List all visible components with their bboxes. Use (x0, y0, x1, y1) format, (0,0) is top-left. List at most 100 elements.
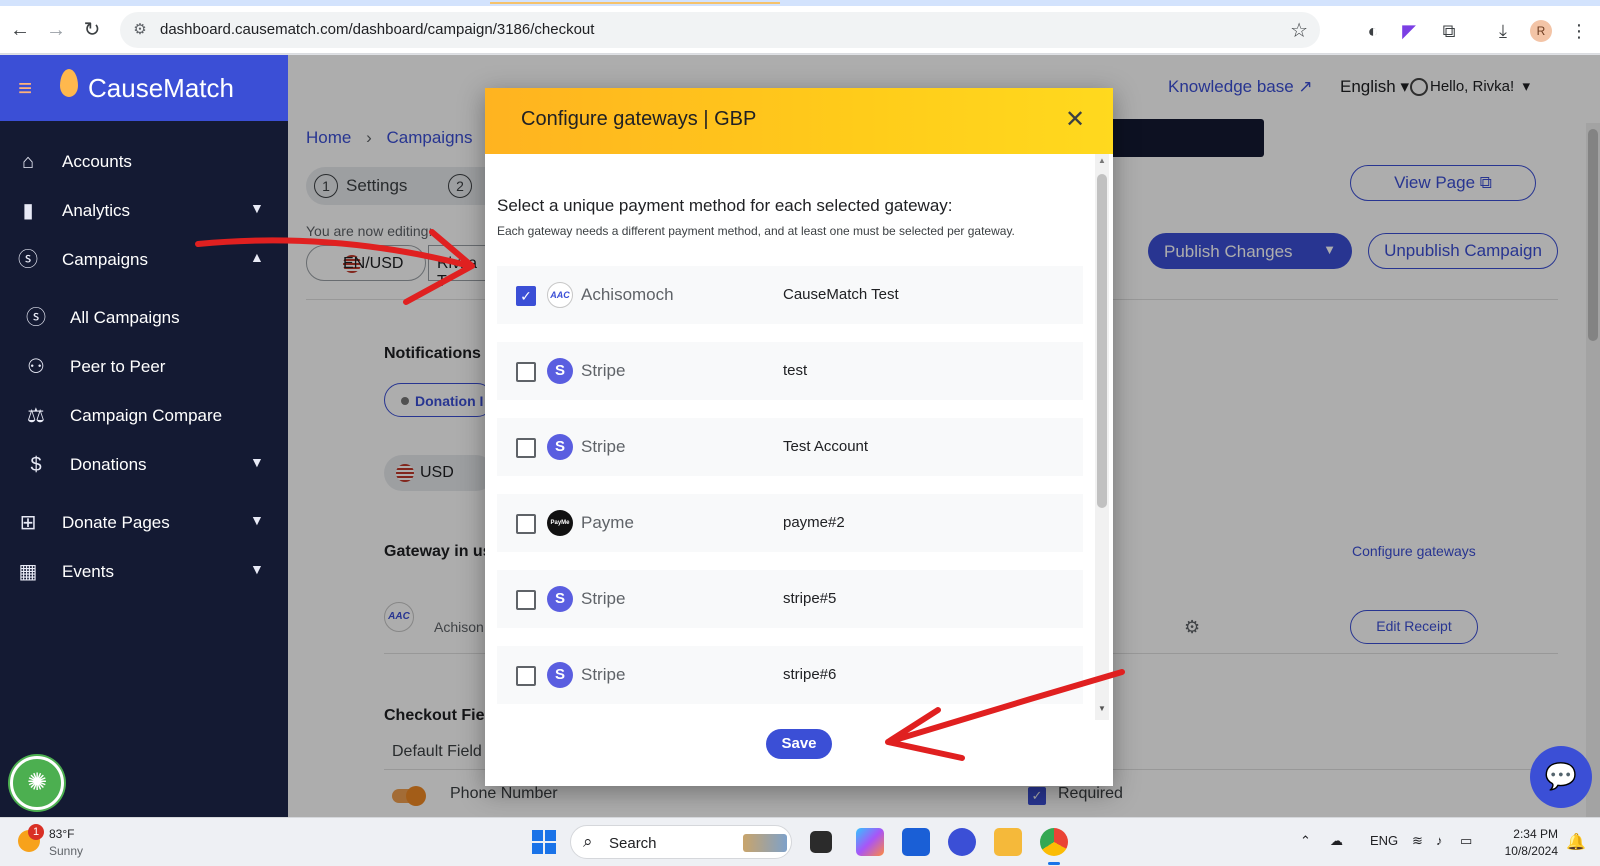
calendar-icon: ▦ (18, 561, 38, 583)
chevron-down-icon: ▼ (250, 454, 264, 470)
scale-icon: ⚖ (27, 405, 45, 427)
sidebar-item-label: Peer to Peer (70, 357, 166, 376)
dollar-icon: $ (30, 454, 42, 476)
gateway-row[interactable]: PayMe Payme payme#2 (497, 494, 1083, 552)
scroll-up-icon[interactable]: ▲ (1098, 156, 1106, 165)
gateway-checkbox[interactable] (516, 590, 536, 610)
windows-start-icon[interactable] (532, 830, 556, 854)
search-icon: ⌕ (583, 832, 593, 851)
sidebar-item-campaigns[interactable]: ⓢ Campaigns ▲ (0, 240, 288, 280)
clock[interactable]: 2:34 PM 10/8/2024 (1498, 827, 1558, 858)
sidebar-item-label: Campaigns (62, 250, 148, 269)
gateway-checkbox[interactable] (516, 438, 536, 458)
stripe-logo-icon: S (547, 662, 573, 688)
sidebar-item-label: Donations (70, 455, 147, 474)
chevron-down-icon: ▼ (250, 200, 264, 216)
sidebar-item-campaign-compare[interactable]: ⚖ Campaign Compare (0, 396, 288, 436)
dollar-circle-icon: ⓢ (26, 307, 46, 329)
gateway-account: stripe#6 (783, 666, 837, 683)
sidebar-item-donate-pages[interactable]: ⊞ Donate Pages ▼ (0, 503, 288, 543)
sidebar-item-label: Campaign Compare (70, 406, 223, 425)
gateway-account: payme#2 (783, 514, 845, 531)
gateway-account: stripe#5 (783, 590, 837, 607)
forward-icon[interactable]: → (44, 18, 68, 42)
wifi-icon[interactable]: ≋ (1412, 833, 1423, 849)
sidebar-item-label: Analytics (62, 201, 131, 220)
gateway-checkbox[interactable] (516, 666, 536, 686)
taskbar-search[interactable]: ⌕ Search (570, 825, 792, 859)
scrollbar-thumb[interactable] (1097, 174, 1107, 508)
sidebar-item-analytics[interactable]: ▮ Analytics ▼ (0, 191, 288, 231)
chat-icon[interactable]: 💬 (1530, 746, 1592, 808)
gateway-checkbox[interactable] (516, 362, 536, 382)
back-icon[interactable]: ← (8, 18, 32, 42)
copilot-icon[interactable] (856, 828, 884, 856)
gateway-checkbox[interactable] (516, 514, 536, 534)
url-text[interactable]: dashboard.causematch.com/dashboard/campa… (160, 21, 594, 38)
sidebar-item-all-campaigns[interactable]: ⓢ All Campaigns (0, 298, 288, 338)
gateway-row[interactable]: S Stripe test (497, 342, 1083, 400)
google-lens-extension-icon[interactable]: ◐ (1362, 20, 1384, 42)
show-hidden-icons-icon[interactable]: ⌃ (1300, 833, 1311, 849)
gateway-checkbox[interactable]: ✓ (516, 286, 536, 306)
sidebar-item-accounts[interactable]: ⌂ Accounts (0, 142, 288, 182)
stripe-logo-icon: S (547, 358, 573, 384)
dialog-instruction: Select a unique payment method for each … (497, 196, 953, 215)
site-info-icon[interactable]: ⚙ (130, 20, 150, 40)
app-icon[interactable] (948, 828, 976, 856)
dialog-scrollbar[interactable]: ▲ ▼ (1095, 154, 1109, 720)
dialog-body: Select a unique payment method for each … (485, 154, 1113, 720)
browser-menu-icon[interactable]: ⋮ (1568, 20, 1590, 42)
causematch-logo-icon (60, 69, 78, 97)
dialog-subtext: Each gateway needs a different payment m… (497, 224, 1015, 238)
search-highlight-icon (743, 834, 787, 852)
notification-bell-icon[interactable]: 🔔 (1566, 832, 1586, 852)
bar-chart-icon: ▮ (22, 200, 34, 222)
dialog-title: Configure gateways | GBP (521, 108, 757, 130)
chrome-icon[interactable] (1040, 828, 1068, 865)
reload-icon[interactable]: ↻ (80, 18, 104, 42)
extension-icon[interactable]: ◤ (1398, 20, 1420, 42)
task-view-icon[interactable] (810, 831, 832, 853)
taskbar-search-label: Search (609, 835, 657, 852)
download-icon[interactable]: ⤓ (1492, 20, 1514, 42)
hamburger-menu-icon[interactable]: ≡ (18, 75, 32, 103)
gateway-row[interactable]: S Stripe Test Account (497, 418, 1083, 476)
bookmark-star-icon[interactable]: ☆ (1290, 18, 1308, 43)
close-icon[interactable]: ✕ (1061, 106, 1089, 134)
sidebar-item-donations[interactable]: $ Donations ▼ (0, 445, 288, 485)
cookie-settings-icon[interactable]: ✺ (10, 756, 64, 810)
battery-icon[interactable]: ▭ (1460, 833, 1472, 849)
gateway-row[interactable]: S Stripe stripe#6 (497, 646, 1083, 704)
payme-logo-icon: PayMe (547, 510, 573, 536)
onedrive-icon[interactable]: ☁ (1330, 833, 1343, 849)
gateway-name: Stripe (581, 437, 626, 456)
clock-time: 2:34 PM (1513, 827, 1558, 841)
active-tab-edge[interactable] (490, 0, 780, 4)
brand-name: CauseMatch (88, 73, 234, 103)
bank-icon: ⌂ (21, 151, 35, 173)
gateway-account: Test Account (783, 438, 869, 455)
gateway-row[interactable]: S Stripe stripe#5 (497, 570, 1083, 628)
sidebar-item-label: All Campaigns (70, 308, 180, 327)
sidebar-item-peer-to-peer[interactable]: ⚇ Peer to Peer (0, 347, 288, 387)
save-button[interactable]: Save (766, 729, 832, 759)
taskbar: 1 83°F Sunny ⌕ Search ⌃ ☁ ENG ≋ ♪ ▭ 2:34… (0, 817, 1600, 866)
profile-avatar[interactable]: R (1530, 20, 1552, 42)
puzzle-extensions-icon[interactable]: ⧉ (1438, 20, 1460, 42)
stripe-logo-icon: S (547, 586, 573, 612)
scroll-down-icon[interactable]: ▼ (1098, 704, 1106, 713)
file-explorer-icon[interactable] (994, 828, 1022, 856)
gateway-row[interactable]: ✓ AAC Achisomoch CauseMatch Test (497, 266, 1083, 324)
sidebar-item-label: Events (62, 562, 114, 581)
volume-icon[interactable]: ♪ (1436, 833, 1443, 848)
chevron-down-icon: ▼ (250, 561, 264, 577)
weather-badge: 1 (28, 824, 44, 840)
sidebar-item-events[interactable]: ▦ Events ▼ (0, 552, 288, 592)
gateway-name: Stripe (581, 665, 626, 684)
microsoft-store-icon[interactable] (902, 828, 930, 856)
address-bar[interactable]: ⚙ dashboard.causematch.com/dashboard/cam… (120, 12, 1320, 48)
input-language[interactable]: ENG (1370, 833, 1398, 848)
browser-toolbar: ← → ↻ ⚙ dashboard.causematch.com/dashboa… (0, 6, 1600, 54)
brand-bar: ≡ CauseMatch (0, 55, 288, 121)
